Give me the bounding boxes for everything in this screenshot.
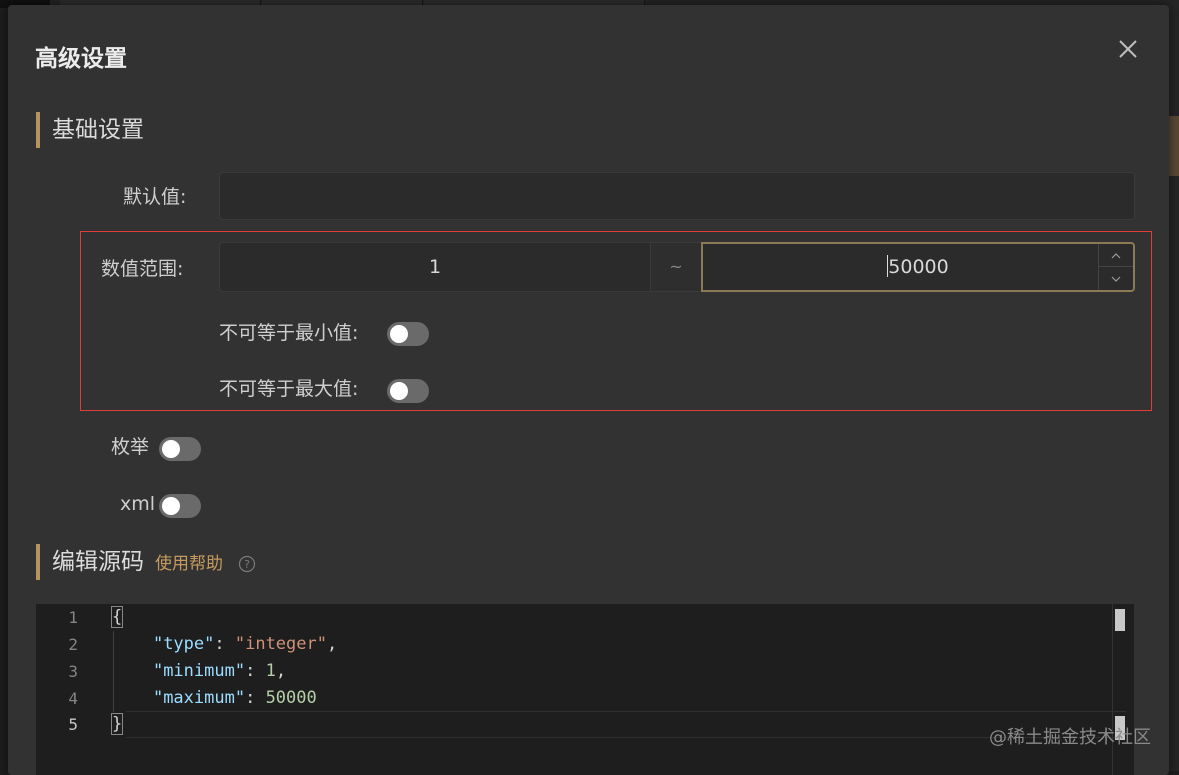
code-line: "maximum": 50000 — [112, 685, 317, 712]
range-label: 数值范围: — [101, 258, 184, 280]
code-line: "type": "integer", — [112, 631, 337, 658]
exclusive-max-label: 不可等于最大值: — [219, 378, 359, 400]
exclusive-min-label: 不可等于最小值: — [219, 322, 359, 344]
toggle-knob — [390, 325, 408, 343]
enum-toggle[interactable] — [159, 437, 201, 461]
range-input-group: 1 ~ 50000 — [219, 242, 1135, 292]
toggle-knob — [162, 440, 180, 458]
close-icon — [1119, 40, 1137, 58]
number-stepper — [1098, 244, 1133, 290]
range-max-value: 50000 — [888, 256, 949, 278]
json-comma: , — [275, 661, 287, 681]
range-max-input[interactable]: 50000 — [701, 242, 1135, 292]
json-comma: , — [326, 634, 338, 654]
json-number-value: 50000 — [265, 688, 317, 708]
watermark: @稀土掘金技术社区 — [989, 727, 1151, 748]
code-editor[interactable]: 1 2 3 4 5 { "type": "integer", "minimum"… — [36, 604, 1134, 775]
help-circle-icon[interactable]: ? — [238, 555, 256, 573]
xml-label: xml — [120, 493, 156, 515]
json-number-value: 1 — [265, 661, 276, 681]
json-colon: : — [214, 634, 235, 654]
advanced-settings-dialog: 高级设置 基础设置 默认值: 数值范围: 1 ~ 50000 不可等于最小值: … — [8, 5, 1169, 775]
line-number-gutter: 1 2 3 4 5 — [36, 604, 96, 775]
exclusive-max-toggle[interactable] — [387, 379, 429, 403]
toggle-knob — [390, 382, 408, 400]
xml-toggle[interactable] — [159, 494, 201, 518]
current-line-highlight — [126, 711, 1126, 738]
line-number: 2 — [68, 635, 78, 654]
open-brace: { — [110, 606, 124, 628]
basic-settings-heading: 基础设置 — [36, 112, 144, 148]
range-separator: ~ — [651, 242, 701, 292]
range-min-value: 1 — [428, 256, 442, 278]
code-line: } — [110, 711, 124, 738]
json-key: "minimum" — [152, 661, 246, 681]
help-link[interactable]: 使用帮助 — [155, 553, 223, 575]
enum-label: 枚举 — [111, 436, 150, 458]
edit-source-heading: 编辑源码 — [36, 544, 144, 580]
decrement-button[interactable] — [1099, 267, 1133, 290]
line-number: 3 — [68, 662, 78, 681]
line-number-active: 5 — [68, 715, 78, 734]
dialog-title: 高级设置 — [35, 46, 127, 72]
close-brace: } — [110, 713, 124, 735]
increment-button[interactable] — [1099, 244, 1133, 267]
json-key: "maximum" — [152, 688, 246, 708]
toggle-knob — [162, 497, 180, 515]
code-line: "minimum": 1, — [112, 658, 286, 685]
editor-scrollbar-thumb[interactable] — [1115, 609, 1125, 631]
json-key: "type" — [152, 634, 215, 654]
default-value-input[interactable] — [219, 172, 1135, 220]
json-string-value: "integer" — [234, 634, 327, 654]
code-line: { — [110, 604, 124, 631]
json-colon: : — [245, 661, 266, 681]
chevron-up-icon — [1111, 253, 1121, 259]
line-number: 1 — [68, 608, 78, 627]
close-button[interactable] — [1116, 37, 1140, 61]
line-number: 4 — [68, 689, 78, 708]
default-value-label: 默认值: — [123, 186, 187, 208]
range-min-input[interactable]: 1 — [219, 242, 651, 292]
svg-text:?: ? — [244, 558, 250, 571]
exclusive-min-toggle[interactable] — [387, 322, 429, 346]
chevron-down-icon — [1111, 276, 1121, 282]
json-colon: : — [245, 688, 266, 708]
